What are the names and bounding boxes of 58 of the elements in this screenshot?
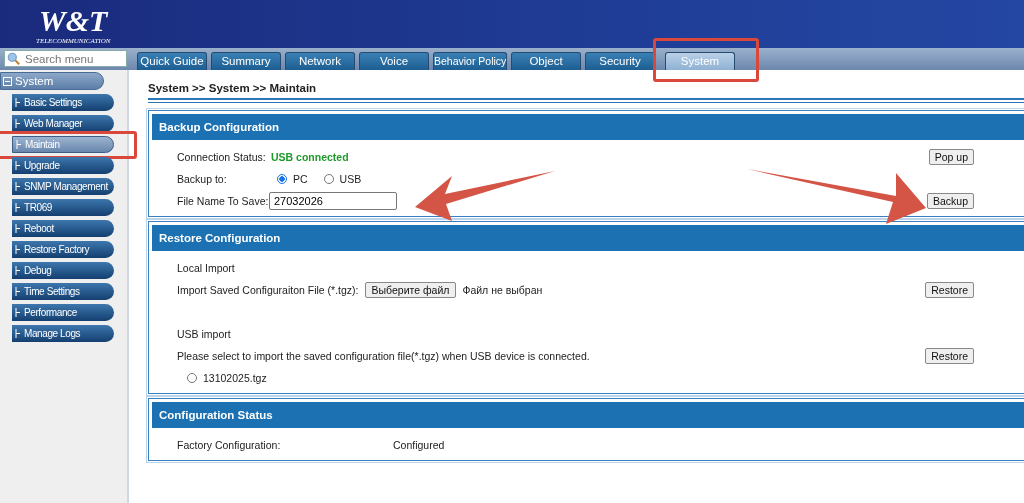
logo-mark: W&T (39, 5, 108, 37)
restore-button[interactable]: Restore (925, 348, 974, 364)
field-label: Factory Configuration: (177, 439, 282, 451)
nav-tab[interactable]: Object (511, 52, 581, 70)
hint-text: Please select to import the saved configuration file(*.tgz) when USB device is connected. (177, 350, 590, 362)
tree-branch-icon (15, 161, 21, 170)
nav-tab[interactable]: Security (585, 52, 655, 70)
status-value: USB connected (271, 151, 349, 163)
field-label: Backup to: (177, 173, 228, 185)
section-header: Restore Configuration (152, 225, 1024, 251)
tree-branch-icon (15, 224, 21, 233)
field-label: Import Saved Configuraiton File (*.tgz): (177, 284, 359, 296)
sidebar-item[interactable]: Time Settings (12, 283, 114, 300)
tree-branch-icon (15, 245, 21, 254)
status-value: Configured (393, 439, 445, 451)
tree-branch-icon (15, 182, 21, 191)
search-field[interactable]: Search menu (4, 50, 127, 67)
sidebar-item[interactable]: TR069 (12, 199, 114, 216)
nav-tab[interactable]: Voice (359, 52, 429, 70)
radio-label: PC (293, 173, 308, 185)
sidebar-item[interactable]: Manage Logs (12, 325, 114, 342)
sidebar-item[interactable]: SNMP Management (12, 178, 114, 195)
popup-button[interactable]: Pop up (928, 149, 974, 165)
nav-tab[interactable]: Quick Guide (137, 52, 207, 70)
choose-file-button[interactable]: Выберите файл (364, 282, 457, 298)
sidebar-item[interactable]: Reboot (12, 220, 114, 237)
tree-branch-icon (15, 98, 21, 107)
breadcrumb: System >> System >> Maintain (148, 82, 318, 96)
radio-button[interactable] (277, 174, 287, 184)
sidebar-item[interactable]: Upgrade (12, 157, 114, 174)
sidebar-item[interactable]: Performance (12, 304, 114, 321)
tree-branch-icon (15, 308, 21, 317)
backup-button[interactable]: Backup (926, 193, 974, 209)
tree-branch-icon (15, 287, 21, 296)
tree-branch-icon (15, 329, 21, 338)
file-status: Файл не выбран (462, 284, 543, 296)
nav-tab[interactable]: Summary (211, 52, 281, 70)
nav-tab[interactable]: Network (285, 52, 355, 70)
section-header: Configuration Status (152, 402, 1024, 428)
radio-label: USB (339, 173, 362, 185)
subsection-title: USB import (177, 328, 231, 340)
group-label: System (15, 74, 54, 89)
sidebar-item[interactable]: Restore Factory (12, 241, 114, 258)
restore-button[interactable]: Restore (925, 282, 974, 298)
nav-tab[interactable]: Behavior Policy (433, 52, 507, 70)
field-label: Connection Status: (177, 151, 265, 163)
tree-branch-icon (15, 119, 21, 128)
search-icon (7, 52, 20, 65)
filename-field[interactable]: 27032026 (269, 192, 397, 210)
subsection-title: Local Import (177, 262, 235, 274)
section-header: Backup Configuration (152, 114, 1024, 140)
collapse-icon[interactable] (3, 76, 12, 86)
tree-branch-icon (15, 203, 21, 212)
sidebar-item[interactable]: Debug (12, 262, 114, 279)
radio-label: 13102025.tgz (203, 372, 267, 384)
tree-branch-icon (16, 140, 22, 149)
sidebar-item[interactable]: Basic Settings (12, 94, 114, 111)
tree-branch-icon (15, 266, 21, 275)
